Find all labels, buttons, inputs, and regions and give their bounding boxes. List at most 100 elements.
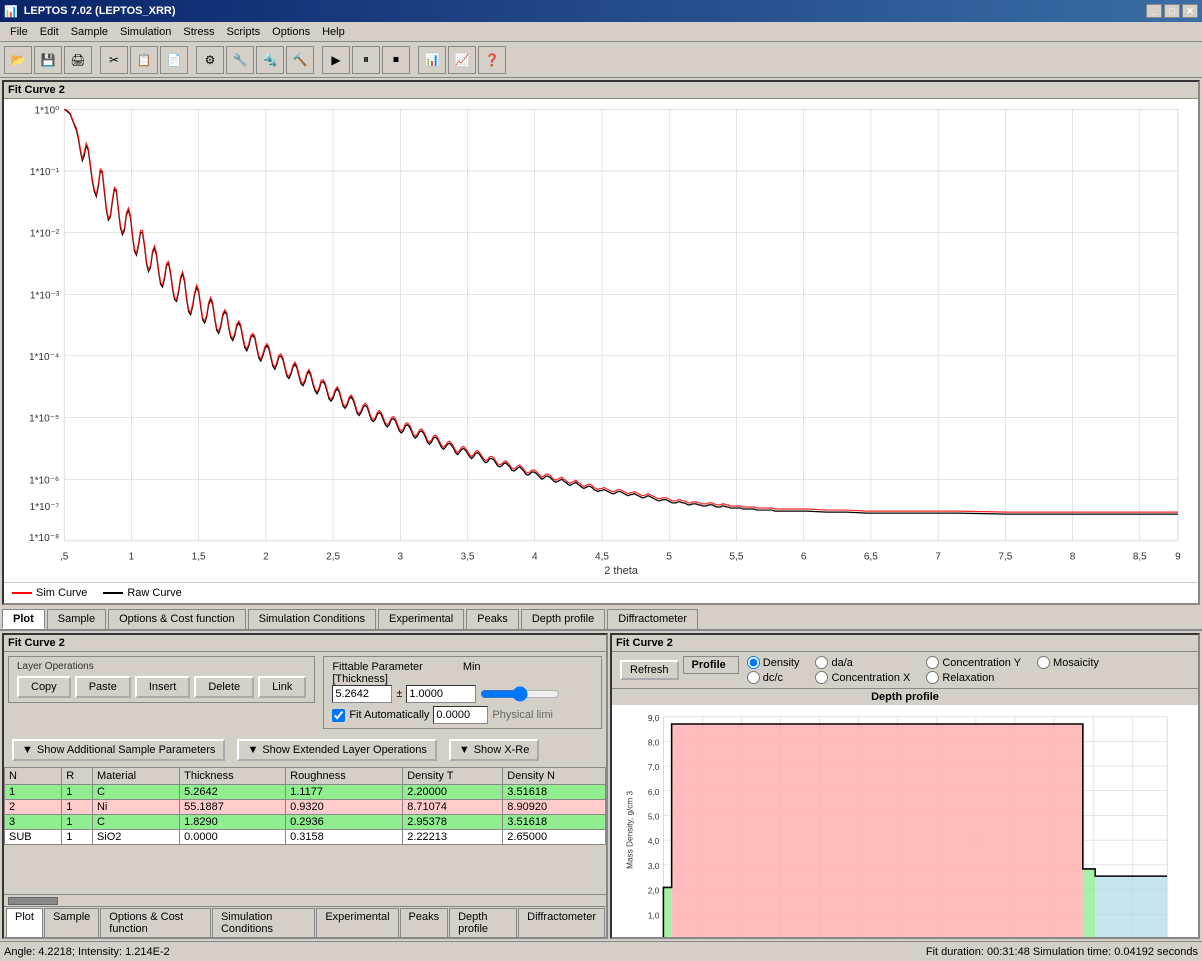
table-row[interactable]: 1 1 C 5.2642 1.1177 2.20000 3.51618 bbox=[5, 785, 606, 800]
radio-dc-c-input[interactable] bbox=[747, 671, 760, 684]
tb-stop[interactable]: ⏹ bbox=[382, 46, 410, 74]
refresh-button[interactable]: Refresh bbox=[620, 660, 679, 680]
svg-text:7: 7 bbox=[935, 551, 941, 562]
tb-tool1[interactable]: 🔧 bbox=[226, 46, 254, 74]
svg-text:7,5: 7,5 bbox=[998, 551, 1012, 562]
legend-sim-line bbox=[12, 592, 32, 594]
radio-conc-x-input[interactable] bbox=[815, 671, 828, 684]
delete-button[interactable]: Delete bbox=[194, 676, 254, 698]
tb-pause[interactable]: ⏸ bbox=[352, 46, 380, 74]
show-additional-btn[interactable]: ▼ Show Additional Sample Parameters bbox=[12, 739, 225, 761]
menu-simulation[interactable]: Simulation bbox=[114, 24, 177, 40]
radio-relaxation-input[interactable] bbox=[926, 671, 939, 684]
tb-tool3[interactable]: 🔨 bbox=[286, 46, 314, 74]
h-scrollbar[interactable] bbox=[4, 894, 606, 906]
btab-diff[interactable]: Diffractometer bbox=[518, 908, 605, 937]
show-extended-btn[interactable]: ▼ Show Extended Layer Operations bbox=[237, 739, 436, 761]
tab-sim-conditions[interactable]: Simulation Conditions bbox=[248, 609, 376, 629]
btab-options[interactable]: Options & Cost function bbox=[100, 908, 211, 937]
left-panel-title: Fit Curve 2 bbox=[4, 635, 606, 652]
tb-chart2[interactable]: 📈 bbox=[448, 46, 476, 74]
tb-settings[interactable]: ⚙ bbox=[196, 46, 224, 74]
cell-density-t: 2.22213 bbox=[403, 830, 503, 845]
menu-help[interactable]: Help bbox=[316, 24, 351, 40]
btab-exp[interactable]: Experimental bbox=[316, 908, 398, 937]
menu-scripts[interactable]: Scripts bbox=[221, 24, 267, 40]
radio-density-input[interactable] bbox=[747, 656, 760, 669]
tb-paste[interactable]: 📄 bbox=[160, 46, 188, 74]
status-right: Fit duration: 00:31:48 Simulation time: … bbox=[926, 946, 1198, 958]
svg-text:4: 4 bbox=[532, 551, 538, 562]
menu-sample[interactable]: Sample bbox=[65, 24, 114, 40]
btab-sim-cond[interactable]: Simulation Conditions bbox=[212, 908, 315, 937]
btab-peaks[interactable]: Peaks bbox=[400, 908, 449, 937]
legend-raw-line bbox=[103, 592, 123, 594]
paste-button[interactable]: Paste bbox=[75, 676, 131, 698]
menu-edit[interactable]: Edit bbox=[34, 24, 65, 40]
tab-experimental[interactable]: Experimental bbox=[378, 609, 464, 629]
second-value-input[interactable] bbox=[433, 706, 488, 724]
table-row[interactable]: SUB 1 SiO2 0.0000 0.3158 2.22213 2.65000 bbox=[5, 830, 606, 845]
tb-print[interactable]: 🖨 bbox=[64, 46, 92, 74]
svg-text:1,0: 1,0 bbox=[648, 911, 660, 920]
radio-da-a-input[interactable] bbox=[815, 656, 828, 669]
tab-diffractometer[interactable]: Diffractometer bbox=[607, 609, 698, 629]
menu-options[interactable]: Options bbox=[266, 24, 316, 40]
tb-chart1[interactable]: 📊 bbox=[418, 46, 446, 74]
btab-depth[interactable]: Depth profile bbox=[449, 908, 517, 937]
radio-relaxation-label: Relaxation bbox=[942, 672, 994, 684]
menu-bar: File Edit Sample Simulation Stress Scrip… bbox=[0, 22, 1202, 42]
svg-text:1*10⁻¹: 1*10⁻¹ bbox=[30, 167, 60, 178]
cell-r: 1 bbox=[62, 815, 93, 830]
radio-mosaicity-input[interactable] bbox=[1037, 656, 1050, 669]
fit-auto-checkbox[interactable] bbox=[332, 709, 345, 722]
legend-sim: Sim Curve bbox=[12, 587, 87, 599]
col-roughness: Roughness bbox=[286, 768, 403, 785]
cell-density-t: 8.71074 bbox=[403, 800, 503, 815]
radio-conc-y: Concentration Y bbox=[926, 656, 1021, 669]
tb-cut[interactable]: ✂ bbox=[100, 46, 128, 74]
cell-density-t: 2.20000 bbox=[403, 785, 503, 800]
close-button[interactable]: ✕ bbox=[1182, 4, 1198, 18]
btab-plot[interactable]: Plot bbox=[6, 908, 43, 937]
copy-button[interactable]: Copy bbox=[17, 676, 71, 698]
tb-open[interactable]: 📂 bbox=[4, 46, 32, 74]
scrollbar-thumb[interactable] bbox=[8, 897, 58, 905]
thickness-input[interactable] bbox=[332, 685, 392, 703]
legend-raw: Raw Curve bbox=[103, 587, 181, 599]
fit-auto-row: Fit Automatically Physical limi bbox=[332, 706, 593, 724]
maximize-button[interactable]: □ bbox=[1164, 4, 1180, 18]
tb-save[interactable]: 💾 bbox=[34, 46, 62, 74]
depth-profile-title: Depth profile bbox=[612, 689, 1198, 705]
menu-file[interactable]: File bbox=[4, 24, 34, 40]
tb-copy-tb[interactable]: 📋 bbox=[130, 46, 158, 74]
table-row[interactable]: 3 1 C 1.8290 0.2936 2.95378 3.51618 bbox=[5, 815, 606, 830]
tab-sample[interactable]: Sample bbox=[47, 609, 106, 629]
insert-button[interactable]: Insert bbox=[135, 676, 191, 698]
min-input[interactable] bbox=[406, 685, 476, 703]
ops-buttons: Copy Paste Insert Delete Link bbox=[17, 676, 306, 698]
btab-sample[interactable]: Sample bbox=[44, 908, 99, 937]
radio-conc-y-input[interactable] bbox=[926, 656, 939, 669]
minimize-button[interactable]: _ bbox=[1146, 4, 1162, 18]
title-bar-buttons[interactable]: _ □ ✕ bbox=[1146, 4, 1198, 18]
tb-tool2[interactable]: 🔩 bbox=[256, 46, 284, 74]
col-r: R bbox=[62, 768, 93, 785]
svg-text:8: 8 bbox=[1070, 551, 1076, 562]
col-thickness: Thickness bbox=[180, 768, 286, 785]
table-row[interactable]: 2 1 Ni 55.1887 0.9320 8.71074 8.90920 bbox=[5, 800, 606, 815]
fit-auto-label: Fit Automatically bbox=[349, 709, 429, 721]
tab-options-cost[interactable]: Options & Cost function bbox=[108, 609, 246, 629]
thickness-slider[interactable] bbox=[480, 686, 560, 702]
show-x-btn[interactable]: ▼ Show X-Re bbox=[449, 739, 540, 761]
tab-peaks[interactable]: Peaks bbox=[466, 609, 519, 629]
svg-text:3: 3 bbox=[398, 551, 404, 562]
svg-text:4,0: 4,0 bbox=[648, 837, 660, 846]
tab-plot[interactable]: Plot bbox=[2, 609, 45, 629]
menu-stress[interactable]: Stress bbox=[177, 24, 220, 40]
link-button[interactable]: Link bbox=[258, 676, 306, 698]
tb-run[interactable]: ▶ bbox=[322, 46, 350, 74]
toolbar: 📂 💾 🖨 ✂ 📋 📄 ⚙ 🔧 🔩 🔨 ▶ ⏸ ⏹ 📊 📈 ❓ bbox=[0, 42, 1202, 78]
tab-depth-profile[interactable]: Depth profile bbox=[521, 609, 605, 629]
tb-help[interactable]: ❓ bbox=[478, 46, 506, 74]
